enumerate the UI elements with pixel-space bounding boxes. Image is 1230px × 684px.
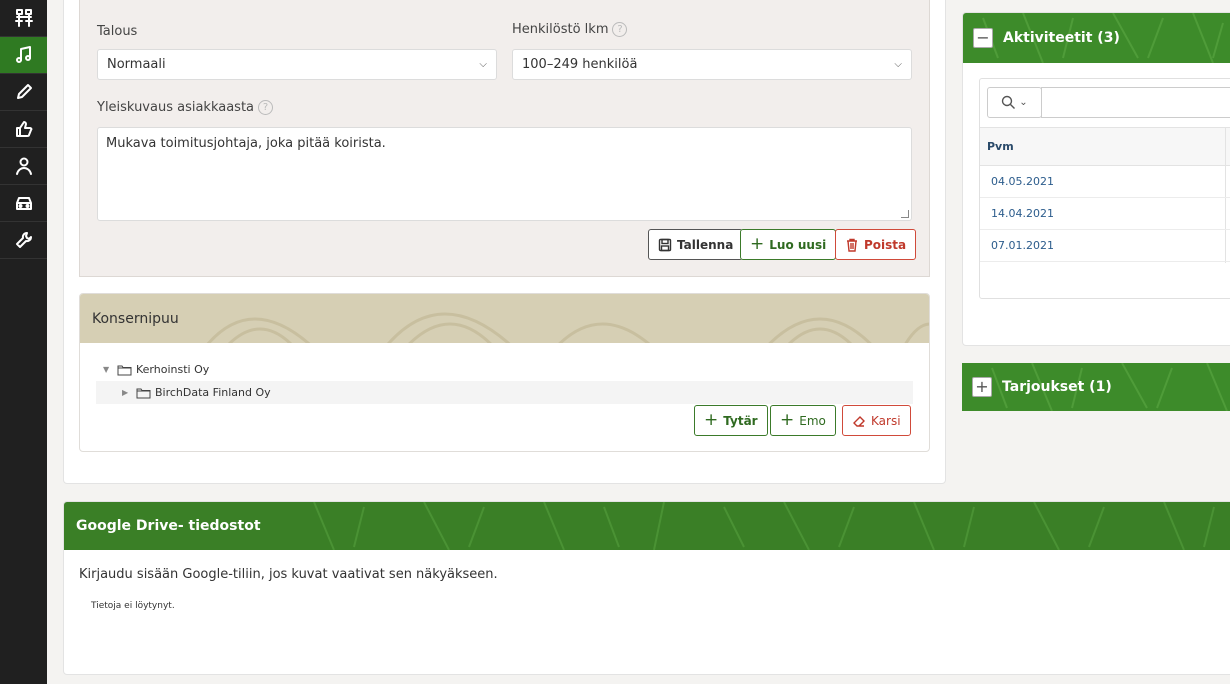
user-icon <box>15 157 32 175</box>
add-daughter-button[interactable]: + Tytär <box>694 405 768 436</box>
yleiskuvaus-value: Mukava toimitusjohtaja, joka pitää koiri… <box>106 136 386 151</box>
sidebar-item-music[interactable] <box>0 37 47 74</box>
chevron-down-icon: ⌵ <box>894 59 902 70</box>
sidebar-item-vehicles[interactable] <box>0 185 47 222</box>
table-row[interactable]: 04.05.2021 <box>980 166 1230 198</box>
sidebar <box>0 0 47 684</box>
wrench-icon <box>15 232 32 248</box>
music-icon <box>15 46 31 63</box>
offers-panel: + Tarjoukset (1) <box>962 363 1230 411</box>
sidebar-item-organization[interactable] <box>0 0 47 37</box>
google-login-note: Kirjaudu sisään Google-tiliin, jos kuvat… <box>79 567 498 582</box>
henkilosto-select[interactable]: 100–249 henkilöä ⌵ <box>512 49 912 80</box>
resize-handle[interactable] <box>901 210 909 218</box>
help-icon[interactable]: ? <box>258 100 274 115</box>
tree-node-label: Kerhoinsti Oy <box>136 363 210 376</box>
table-row[interactable]: 07.01.2021 <box>980 230 1230 262</box>
yleiskuvaus-label: Yleiskuvaus asiakkaasta ? <box>97 100 274 115</box>
thumbs-up-icon <box>15 121 32 137</box>
plus-icon: + <box>750 234 765 254</box>
activities-header: − Aktiviteetit (3) <box>963 13 1230 63</box>
group-tree-title: Konsernipuu <box>92 310 179 327</box>
create-new-button[interactable]: + Luo uusi <box>740 229 837 260</box>
eraser-icon <box>853 415 865 427</box>
column-header-date[interactable]: Pvm <box>980 127 1230 166</box>
talous-label: Talous <box>97 24 138 39</box>
offers-title: Tarjoukset (1) <box>1002 379 1112 395</box>
sitemap-icon <box>14 9 33 27</box>
google-drive-header: Google Drive- tiedostot <box>64 502 1230 550</box>
help-icon[interactable]: ? <box>612 22 628 37</box>
chevron-down-icon: ⌄ <box>1019 97 1028 108</box>
plus-icon: + <box>704 410 719 430</box>
google-drive-title: Google Drive- tiedostot <box>76 518 261 534</box>
search-input[interactable] <box>1041 87 1230 118</box>
chevron-down-icon: ⌵ <box>479 59 487 70</box>
tree-node-label: BirchData Finland Oy <box>155 386 271 399</box>
talous-select[interactable]: Normaali ⌵ <box>97 49 497 80</box>
folder-icon <box>136 388 151 398</box>
delete-button[interactable]: Poista <box>835 229 917 260</box>
henkilosto-value: 100–249 henkilöä <box>522 57 638 72</box>
prune-button[interactable]: Karsi <box>842 405 911 436</box>
collapsed-triangle-icon[interactable]: ▶ <box>122 388 132 397</box>
sidebar-item-edit[interactable] <box>0 74 47 111</box>
expand-toggle[interactable]: + <box>972 377 992 397</box>
no-data-text: Tietoja ei löytynyt. <box>91 601 175 611</box>
henkilosto-label: Henkilöstö lkm ? <box>512 22 628 37</box>
tree-node-root[interactable]: ▼ Kerhoinsti Oy <box>103 363 209 376</box>
offers-header: + Tarjoukset (1) <box>962 363 1230 411</box>
yleiskuvaus-textarea[interactable]: Mukava toimitusjohtaja, joka pitää koiri… <box>97 127 912 221</box>
sidebar-item-contacts[interactable] <box>0 148 47 185</box>
plus-icon: + <box>780 410 795 430</box>
group-tree-header: Konsernipuu <box>80 294 929 343</box>
pencil-icon <box>16 84 32 99</box>
header-pattern <box>206 312 929 343</box>
save-button[interactable]: Tallenna <box>648 229 744 260</box>
table-row[interactable]: 14.04.2021 <box>980 198 1230 230</box>
search-icon <box>1002 95 1016 109</box>
sidebar-item-feedback[interactable] <box>0 111 47 148</box>
add-parent-button[interactable]: + Emo <box>770 405 836 436</box>
talous-value: Normaali <box>107 57 166 72</box>
google-drive-panel: Google Drive- tiedostot <box>63 501 1230 675</box>
trash-icon <box>847 238 857 252</box>
car-icon <box>15 197 32 210</box>
expanded-triangle-icon[interactable]: ▼ <box>103 365 113 374</box>
search-column-button[interactable]: ⌄ <box>987 87 1042 118</box>
activities-title: Aktiviteetit (3) <box>1003 30 1120 46</box>
sidebar-item-tools[interactable] <box>0 222 47 259</box>
folder-icon <box>117 365 132 375</box>
save-icon <box>658 238 672 251</box>
collapse-toggle[interactable]: − <box>973 28 993 48</box>
tree-node-child[interactable]: ▶ BirchData Finland Oy <box>122 386 271 399</box>
